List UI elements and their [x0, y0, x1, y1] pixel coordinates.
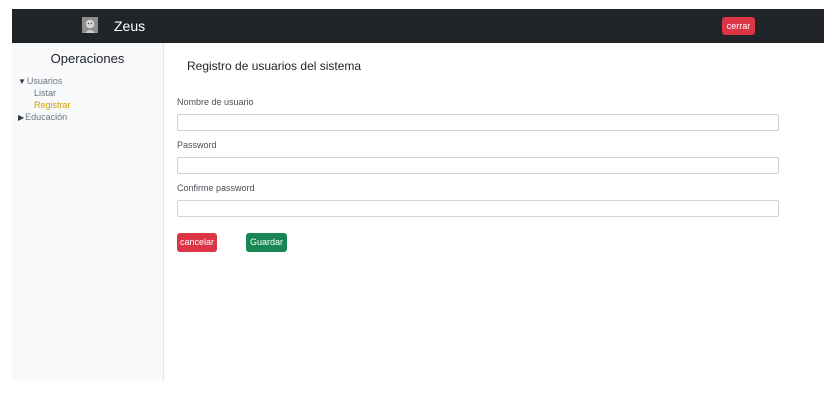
password-input[interactable]	[177, 157, 779, 174]
caret-right-icon: ▶	[18, 113, 25, 122]
sidebar-tree: ▼Usuarios Listar Registrar ▶Educación	[18, 75, 71, 123]
sidebar-group-label: Usuarios	[26, 76, 63, 86]
brand-logo-icon	[82, 17, 98, 33]
username-label: Nombre de usuario	[177, 97, 254, 107]
sidebar-title: Operaciones	[50, 51, 125, 66]
logout-button[interactable]: cerrar	[722, 17, 755, 35]
cancel-button[interactable]: cancelar	[177, 233, 217, 252]
page-title: Registro de usuarios del sistema	[187, 59, 362, 73]
app-window: Zeus cerrar Operaciones ▼Usuarios Listar…	[12, 9, 824, 381]
username-input[interactable]	[177, 114, 779, 131]
brand-name[interactable]: Zeus	[114, 17, 145, 35]
sidebar-group-usuarios[interactable]: ▼Usuarios	[18, 75, 71, 87]
save-button[interactable]: Guardar	[246, 233, 287, 252]
sidebar-group-educacion[interactable]: ▶Educación	[18, 111, 71, 123]
sidebar: Operaciones ▼Usuarios Listar Registrar ▶…	[12, 43, 164, 381]
sidebar-group-label: Educación	[25, 112, 68, 122]
main-content: Registro de usuarios del sistema Nombre …	[164, 43, 824, 381]
top-navbar: Zeus cerrar	[12, 9, 824, 43]
sidebar-item-listar[interactable]: Listar	[18, 87, 71, 99]
confirm-password-input[interactable]	[177, 200, 779, 217]
confirm-password-label: Confirme password	[177, 183, 255, 193]
sidebar-item-registrar[interactable]: Registrar	[18, 99, 71, 111]
caret-down-icon: ▼	[18, 77, 26, 86]
password-label: Password	[177, 140, 217, 150]
